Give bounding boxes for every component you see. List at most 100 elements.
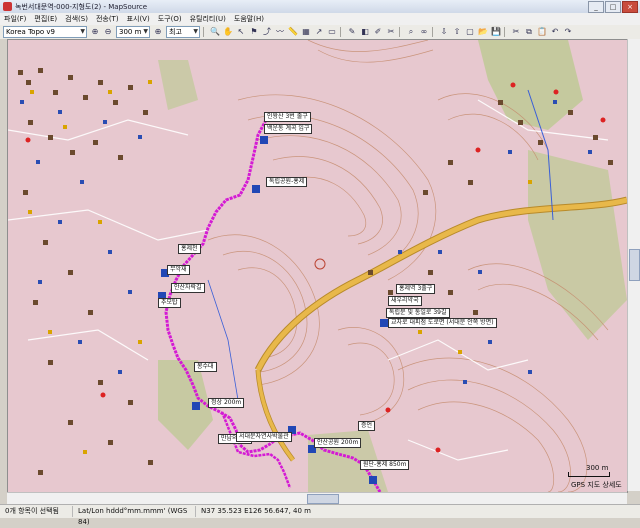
zoom-select[interactable]: 300 m ▼	[116, 26, 150, 38]
eraser-icon[interactable]: ◧	[360, 27, 370, 37]
map-label[interactable]: 서대문자연사박물관	[236, 432, 292, 442]
toolbar-separator	[399, 27, 400, 37]
track-tool-icon[interactable]: 〰	[275, 27, 285, 37]
map-label[interactable]: 안산자락길	[171, 283, 205, 293]
cut-icon[interactable]: ✂	[386, 27, 396, 37]
detail-icon[interactable]: ⊕	[153, 27, 163, 37]
map-label[interactable]: 추모탑	[158, 298, 181, 308]
map-label[interactable]: 홍제천	[178, 244, 201, 254]
forest-area	[478, 40, 583, 130]
route-tool-icon[interactable]: ⤴	[262, 27, 272, 37]
status-selection: 0개 항목이 선택됨	[0, 506, 73, 517]
toolbar-separator	[203, 27, 204, 37]
map-label[interactable]: 새우리약국	[388, 296, 422, 306]
product-select[interactable]: Korea Topo v9 ▼	[3, 26, 87, 38]
detail-select[interactable]: 최고 ▼	[166, 26, 200, 38]
menu-file[interactable]: 파일(F)	[0, 14, 30, 24]
horizontal-scrollbar[interactable]	[7, 492, 627, 504]
poi-cluster	[20, 100, 592, 384]
menu-view[interactable]: 표시(V)	[123, 14, 154, 24]
secondary-road	[256, 369, 295, 462]
redo-icon[interactable]: ↷	[563, 27, 573, 37]
map-label[interactable]: 무악재	[167, 265, 190, 275]
scale-bar	[568, 472, 610, 477]
scale-bar-label: 300 m	[586, 464, 609, 472]
maximize-button[interactable]: □	[605, 1, 621, 13]
menu-utilities[interactable]: 유틸리티(U)	[186, 14, 230, 24]
menu-transfer[interactable]: 전송(T)	[92, 14, 123, 24]
open-file-icon[interactable]: 📂	[478, 27, 488, 37]
toolbar-separator	[504, 27, 505, 37]
waypoint-tool-icon[interactable]: ⚑	[249, 27, 259, 37]
title-bar: 녹번서대문역-000-지형도(2) - MapSource _ □ ×	[0, 0, 640, 14]
zoom-tool-icon[interactable]: 🔍	[210, 27, 220, 37]
map-label[interactable]: 증언	[358, 421, 376, 431]
binoculars-icon[interactable]: ∞	[419, 27, 429, 37]
paste-icon[interactable]: 📋	[537, 27, 547, 37]
map-label[interactable]: 인왕산 3번 출구	[264, 112, 311, 122]
close-button[interactable]: ×	[622, 1, 638, 13]
send-icon[interactable]: ⇧	[452, 27, 462, 37]
minor-roads	[8, 99, 609, 461]
zoom-select-value: 300 m	[119, 28, 142, 36]
ruler-icon[interactable]: ▭	[327, 27, 337, 37]
chevron-down-icon: ▼	[143, 28, 148, 35]
status-position: N37 35.523 E126 56.647, 40 m	[201, 507, 311, 515]
pointer-tool-icon[interactable]: ↗	[314, 27, 324, 37]
zoom-out-icon[interactable]: ⊖	[103, 27, 113, 37]
map-label[interactable]: 원단-홍제 850m	[360, 460, 410, 470]
map-accuracy-label: GPS 지도 상세도	[571, 481, 622, 489]
detail-select-value: 최고	[169, 28, 182, 36]
copy-icon[interactable]: ⧉	[524, 27, 534, 37]
map-label[interactable]: 홍제역 3출구	[396, 284, 436, 294]
new-file-icon[interactable]: ▢	[465, 27, 475, 37]
brush-icon[interactable]: ✐	[373, 27, 383, 37]
toolbar-separator	[432, 27, 433, 37]
mapsource-app-icon	[3, 2, 12, 11]
stream	[207, 279, 239, 401]
forest-area	[158, 60, 198, 110]
map-label[interactable]: 정상 200m	[208, 398, 245, 408]
minimize-button[interactable]: _	[588, 1, 604, 13]
select-tool-icon[interactable]: ↖	[236, 27, 246, 37]
pencil-icon[interactable]: ✎	[347, 27, 357, 37]
forest-area	[528, 150, 627, 340]
window-title: 녹번서대문역-000-지형도(2) - MapSource	[15, 2, 148, 11]
map-tool-icon[interactable]: ▦	[301, 27, 311, 37]
status-format: Lat/Lon hddd°mm.mmm' (WGS 84)	[73, 506, 196, 526]
receive-icon[interactable]: ⇩	[439, 27, 449, 37]
product-select-value: Korea Topo v9	[6, 28, 55, 36]
map-label[interactable]: 교차로 대피점 도로면 (서대문 안쪽 방면)	[388, 318, 497, 328]
hand-tool-icon[interactable]: ✋	[223, 27, 233, 37]
find-icon[interactable]: ⌕	[406, 27, 416, 37]
toolbar: Korea Topo v9 ▼ ⊕ ⊖ 300 m ▼ ⊕ 최고 ▼ 🔍 ✋ ↖…	[0, 25, 640, 40]
chevron-down-icon: ▼	[80, 28, 85, 35]
map-label[interactable]: 봉수대	[194, 362, 217, 372]
menu-help[interactable]: 도움말(H)	[230, 14, 268, 24]
map-label[interactable]: 백운동 계곡 입구	[264, 124, 313, 134]
menu-tools[interactable]: 도구(O)	[154, 14, 186, 24]
zoom-in-icon[interactable]: ⊕	[90, 27, 100, 37]
vertical-scrollbar-thumb[interactable]	[629, 249, 640, 281]
cut-edit-icon[interactable]: ✂	[511, 27, 521, 37]
map-label[interactable]: 안산공원 200m	[314, 438, 362, 448]
map-label[interactable]: 독립공원-홍제	[266, 177, 308, 187]
menu-find[interactable]: 검색(S)	[61, 14, 92, 24]
left-panel-edge	[0, 39, 7, 491]
horizontal-scrollbar-thumb[interactable]	[307, 494, 339, 504]
menu-edit[interactable]: 편집(E)	[30, 14, 61, 24]
measure-tool-icon[interactable]: 📏	[288, 27, 298, 37]
cursor-target	[314, 258, 326, 270]
poi-cluster	[18, 68, 613, 475]
status-bar: 0개 항목이 선택됨 Lat/Lon hddd°mm.mmm' (WGS 84)…	[0, 504, 640, 526]
secondary-road-edge	[255, 369, 295, 462]
map-label[interactable]: 독립문 및 통일로 39길	[386, 308, 450, 318]
map-canvas	[8, 40, 627, 492]
undo-icon[interactable]: ↶	[550, 27, 560, 37]
toolbar-separator	[340, 27, 341, 37]
chevron-down-icon: ▼	[193, 28, 198, 35]
save-file-icon[interactable]: 💾	[491, 27, 501, 37]
map-view[interactable]: 인왕산 3번 출구 백운동 계곡 입구 독립공원-홍제 홍제천 무악재 안산자락…	[7, 39, 628, 493]
vertical-scrollbar[interactable]	[627, 39, 640, 491]
red-markers	[25, 82, 606, 453]
